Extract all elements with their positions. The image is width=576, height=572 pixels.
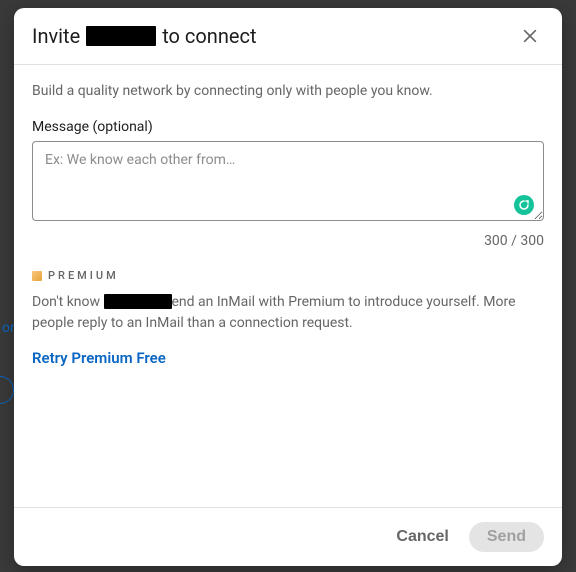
- retry-premium-link[interactable]: Retry Premium Free: [32, 349, 166, 367]
- redacted-name: [86, 26, 156, 46]
- premium-description: Don't know end an InMail with Premium to…: [32, 292, 544, 334]
- cancel-button[interactable]: Cancel: [386, 522, 458, 552]
- grammarly-icon[interactable]: [514, 195, 534, 215]
- modal-body: Build a quality network by connecting on…: [14, 65, 562, 507]
- subtitle: Build a quality network by connecting on…: [32, 83, 544, 99]
- title-prefix: Invite: [32, 24, 80, 48]
- title-suffix: to connect: [162, 24, 256, 48]
- premium-label: PREMIUM: [48, 269, 119, 282]
- premium-icon: [32, 271, 42, 281]
- close-icon: [520, 26, 540, 46]
- textarea-wrap: [32, 141, 544, 225]
- redacted-name-inline: [104, 294, 172, 309]
- bg-circle: [0, 376, 14, 404]
- modal-header: Invite to connect: [14, 8, 562, 65]
- message-input[interactable]: [32, 141, 544, 221]
- invite-modal: Invite to connect Build a quality networ…: [14, 8, 562, 566]
- premium-desc-prefix: Don't know: [32, 294, 104, 310]
- char-count: 300 / 300: [32, 233, 544, 249]
- premium-badge: PREMIUM: [32, 269, 544, 282]
- message-label: Message (optional): [32, 119, 544, 135]
- modal-footer: Cancel Send: [14, 507, 562, 566]
- send-button[interactable]: Send: [469, 522, 544, 552]
- modal-title: Invite to connect: [32, 24, 256, 48]
- close-button[interactable]: [516, 22, 544, 50]
